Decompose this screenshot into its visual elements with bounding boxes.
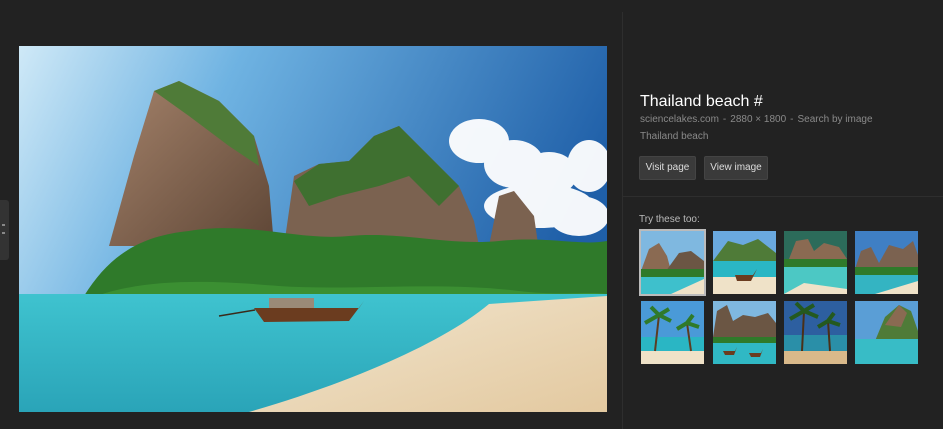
panel-divider: [622, 12, 623, 429]
previous-image-handle[interactable]: [0, 200, 9, 260]
meta-separator: -: [722, 114, 727, 125]
related-thumbnail[interactable]: [641, 301, 704, 364]
thumb-turquoise-cove: [784, 231, 847, 294]
related-heading: Try these too:: [639, 214, 700, 225]
chevron-left-icon: [2, 224, 5, 226]
related-thumbnail[interactable]: [855, 301, 918, 364]
search-by-image-link[interactable]: Search by image: [798, 114, 873, 125]
related-thumbnail[interactable]: [784, 231, 847, 294]
thumb-longtail-boat: [713, 231, 776, 294]
image-meta: sciencelakes.com -2880 × 1800- Search by i…: [640, 114, 873, 125]
thumb-palm-sunset: [784, 301, 847, 364]
chevron-left-icon: [2, 232, 5, 234]
related-thumbnail[interactable]: [713, 301, 776, 364]
main-image-preview[interactable]: [19, 46, 607, 412]
meta-separator: -: [790, 114, 794, 125]
thumb-karst-shore: [855, 231, 918, 294]
thumb-cliff-boats: [713, 301, 776, 364]
view-image-button[interactable]: View image: [704, 156, 768, 180]
thumb-karst-lagoon: [855, 301, 918, 364]
related-thumbnail[interactable]: [784, 301, 847, 364]
thumb-cliff-beach: [641, 231, 704, 294]
related-thumbnail[interactable]: [639, 229, 706, 296]
source-domain[interactable]: sciencelakes.com: [640, 114, 719, 125]
section-divider: [623, 196, 943, 197]
related-thumbnail[interactable]: [855, 231, 918, 294]
beach-photo: [19, 46, 607, 412]
image-dimensions: 2880 × 1800: [730, 114, 787, 125]
visit-page-button[interactable]: Visit page: [639, 156, 696, 180]
image-title[interactable]: Thailand beach #: [640, 93, 763, 111]
thumb-palm-beach: [641, 301, 704, 364]
image-description: Thailand beach: [640, 131, 709, 142]
related-thumbnail[interactable]: [713, 231, 776, 294]
